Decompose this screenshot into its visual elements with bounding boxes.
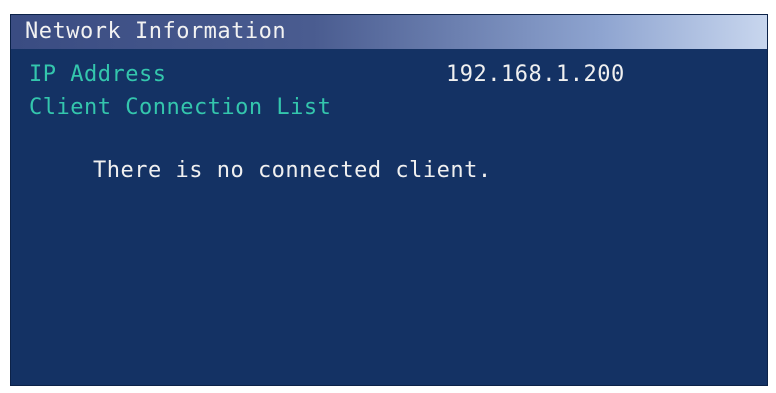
ip-address-label: IP Address (29, 62, 167, 87)
panel-title: Network Information (25, 19, 287, 44)
ip-address-value: 192.168.1.200 (446, 62, 625, 87)
client-connection-list-label: Client Connection List (29, 95, 332, 120)
no-client-message: There is no connected client. (93, 158, 492, 183)
network-information-panel: Network Information IP Address 192.168.1… (10, 14, 768, 386)
title-bar: Network Information (11, 15, 767, 49)
screen: Network Information IP Address 192.168.1… (0, 0, 776, 393)
